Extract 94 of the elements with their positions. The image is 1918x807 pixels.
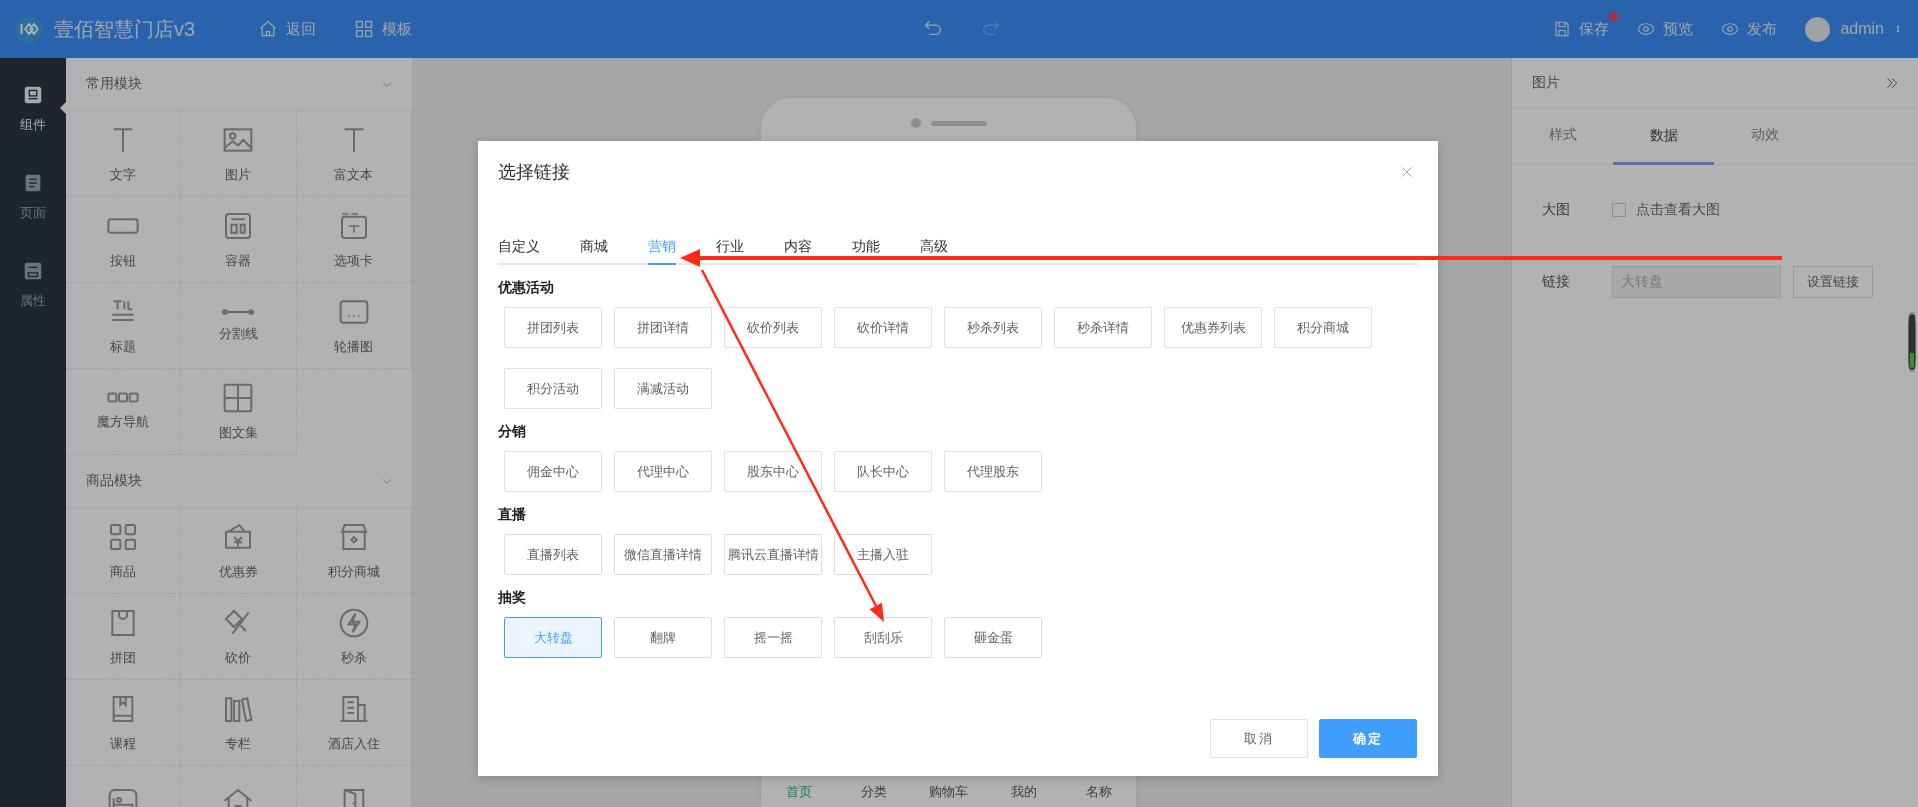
component-item[interactable]: 优惠券 [181,508,297,594]
avatar[interactable] [1805,16,1831,42]
toolbar-action[interactable]: 发布 [1721,19,1778,39]
collapse-icon [1884,75,1900,91]
nav-link[interactable]: 模板 [354,19,412,39]
component-item[interactable]: 魔方导航 [66,369,182,455]
tab[interactable]: 动效 [1714,109,1815,164]
component-item[interactable]: 图文集 [181,369,297,455]
component-item[interactable]: 商品 [66,508,182,594]
link-option[interactable]: 积分活动 [504,368,602,409]
link-option[interactable]: 主播入驻 [834,534,932,575]
link-option[interactable]: 代理股东 [944,451,1042,492]
link-option[interactable]: 砸金蛋 [944,617,1042,658]
link-option[interactable]: 翻牌 [614,617,712,658]
close-button[interactable] [1400,165,1414,179]
component-item[interactable]: 按钮 [66,197,182,283]
eye-icon [1721,20,1740,38]
layout-icon [222,381,255,414]
nav-link[interactable]: 返回 [258,19,316,39]
link-option[interactable]: 直播列表 [504,534,602,575]
link-option[interactable]: 砍价详情 [834,307,932,348]
confirm-button[interactable]: 确定 [1319,719,1417,758]
camera-dot [910,118,921,128]
link-option[interactable]: 刮刮乐 [834,617,932,658]
link-option[interactable]: 拼团详情 [614,307,712,348]
sidebar-item[interactable]: 组件 [0,80,66,138]
save-icon [1553,20,1572,38]
divider-icon [222,308,255,315]
link-option[interactable]: 积分商城 [1274,307,1372,348]
sidebar-item[interactable]: 页面 [0,168,66,226]
scroll-indicator-icon [1908,312,1916,372]
panel-title: 图片 [1532,74,1560,92]
property-icon [22,260,44,282]
group-title: 直播 [498,505,527,524]
link-option[interactable]: 秒杀列表 [944,307,1042,348]
grid-icon [354,19,374,39]
component-item[interactable]: 专栏 [181,680,297,766]
link-option[interactable]: 佣金中心 [504,451,602,492]
checkbox[interactable] [1612,203,1626,217]
link-option[interactable]: 满减活动 [614,368,712,409]
component-item[interactable]: 积分商城 [296,508,412,594]
link-option[interactable]: 拼团列表 [504,307,602,348]
toolbar-action[interactable]: 预览 [1637,19,1694,39]
link-option[interactable]: 砍价列表 [724,307,822,348]
set-link-button[interactable]: 设置链接 [1793,266,1873,298]
squares-icon [107,392,140,403]
link-option[interactable]: 股东中心 [724,451,822,492]
section-title: 商品模块 [86,472,142,490]
tab[interactable]: 样式 [1512,109,1613,164]
cancel-button[interactable]: 取消 [1210,719,1308,758]
group-title: 抽奖 [498,588,527,607]
section-title: 常用模块 [86,75,142,93]
component-item[interactable]: 文字 [66,111,182,197]
sidebar-item[interactable]: 属性 [0,256,66,314]
app-title: 壹佰智慧门店v3 [54,16,196,42]
section-header[interactable]: 商品模块 [66,455,412,508]
tab[interactable]: 数据 [1613,109,1714,165]
speaker [930,120,987,126]
component-item[interactable]: 轮播图 [296,283,412,369]
link-option[interactable]: 大转盘 [504,617,602,658]
lightning-icon [337,606,370,639]
link-option[interactable]: 秒杀详情 [1054,307,1152,348]
section-header[interactable]: 常用模块 [66,58,412,111]
link-option[interactable]: 腾讯云直播详情 [724,534,822,575]
tab[interactable]: 营销 [648,238,676,265]
eye-icon [1637,20,1656,38]
component-item[interactable]: 分割线 [181,283,297,369]
checkbox-label[interactable]: 点击查看大图 [1636,201,1720,219]
close-icon [1400,165,1414,179]
link-option[interactable]: 队长中心 [834,451,932,492]
component-item[interactable]: 课程 [66,680,182,766]
field-label: 大图 [1542,201,1571,219]
component-item[interactable]: 拼团 [66,594,182,680]
group-title: 优惠活动 [498,278,555,297]
link-option[interactable]: 摇一摇 [724,617,822,658]
toolbar-action[interactable]: 保存 [1553,19,1610,39]
link-option[interactable]: 微信直播详情 [614,534,712,575]
link-option[interactable]: 优惠券列表 [1164,307,1262,348]
component-item[interactable]: 容器 [181,197,297,283]
component-item[interactable]: 砍价 [181,594,297,680]
component-icon [22,84,44,106]
component-item[interactable]: 富文本 [296,111,412,197]
component-item[interactable]: 秒杀 [296,594,412,680]
link-option[interactable]: 代理中心 [614,451,712,492]
component-item[interactable]: 酒店入住 [296,680,412,766]
component-item[interactable]: 选项卡 [296,197,412,283]
component-item[interactable]: 标题 [66,283,182,369]
component-item[interactable]: 图片 [181,111,297,197]
logo-icon [14,14,44,44]
dialog-title: 选择链接 [498,161,570,184]
group-title: 分销 [498,422,527,441]
home-icon [258,19,278,39]
user-name[interactable]: admin [1840,20,1884,38]
field-label: 链接 [1542,273,1571,291]
